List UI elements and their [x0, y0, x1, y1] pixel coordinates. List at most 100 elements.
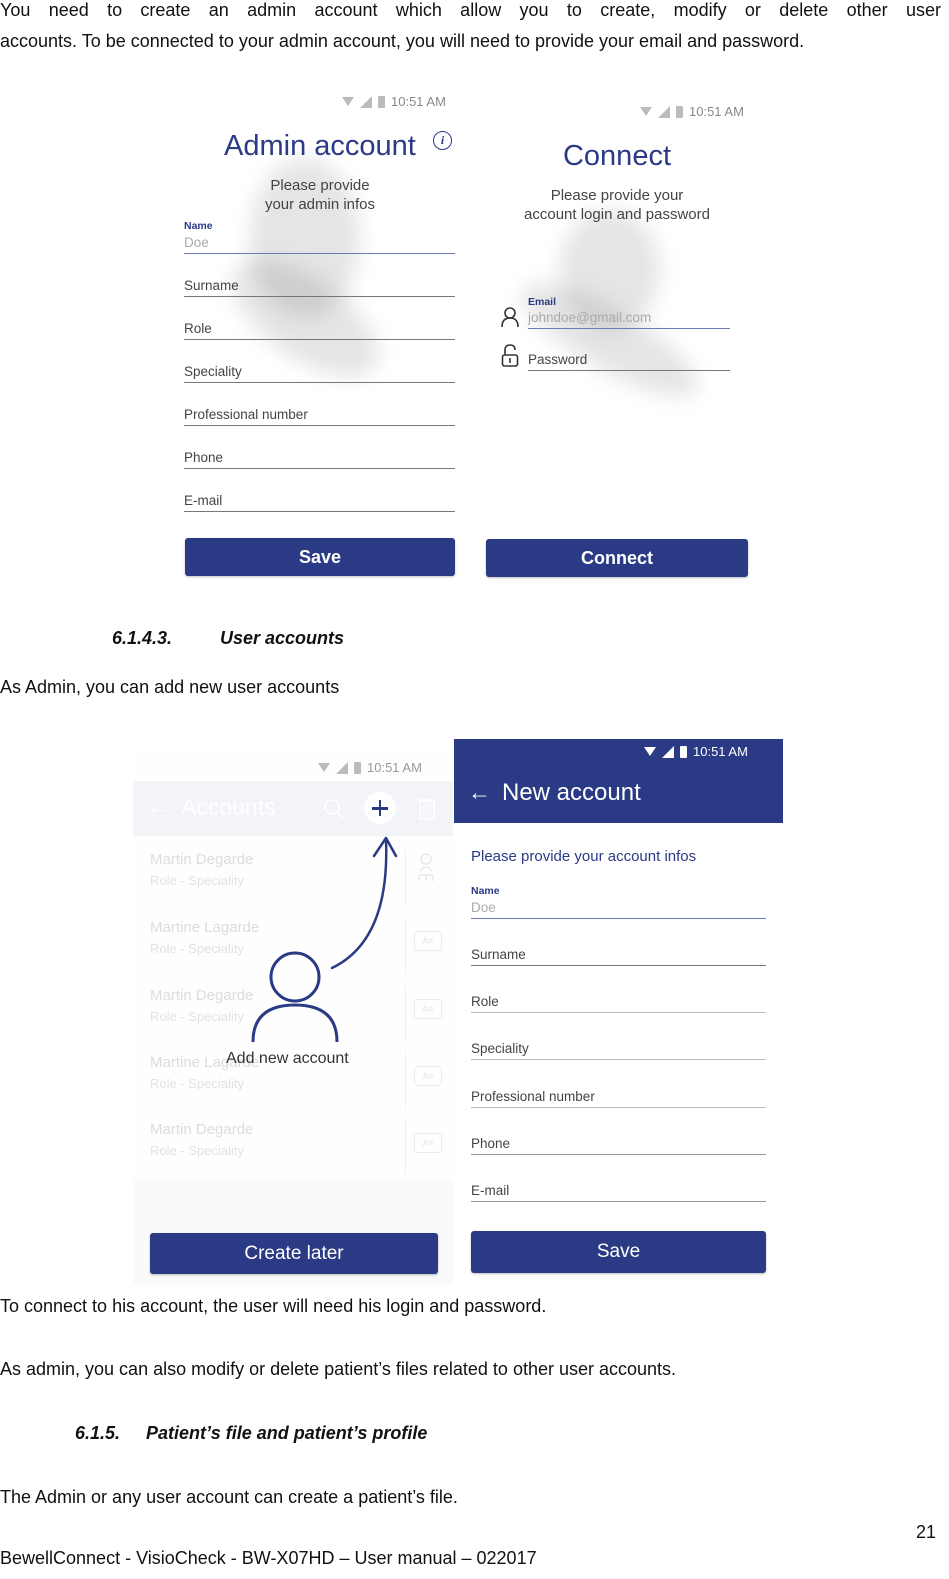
- id-card-icon: A≡: [414, 1066, 442, 1086]
- new-account-name-value: Doe: [471, 900, 496, 915]
- id-card-icon: A≡: [414, 999, 442, 1019]
- search-icon[interactable]: [323, 798, 345, 820]
- connect-button[interactable]: Connect: [486, 539, 748, 577]
- signal-icon: [662, 745, 674, 758]
- battery-icon: [378, 95, 385, 108]
- user-accounts-paragraph: As Admin, you can add new user accounts: [0, 677, 340, 697]
- signal-icon: [658, 105, 670, 118]
- page-footer: BewellConnect - VisioCheck - BW-X07HD – …: [0, 1548, 537, 1568]
- connect-email-field[interactable]: Email johndoe@gmail.com: [528, 296, 730, 329]
- admin-phone-field[interactable]: Phone: [184, 442, 455, 469]
- admin-speciality-field[interactable]: Speciality: [184, 356, 455, 383]
- admin-email-label: E-mail: [184, 493, 223, 508]
- add-new-account-label: Add new account: [226, 1050, 349, 1067]
- plus-icon-v: [378, 800, 382, 816]
- admin-subtitle-line-1: Please provide: [270, 177, 370, 194]
- intro-paragraph-line-2: accounts. To be connected to your admin …: [0, 31, 805, 51]
- admin-name-label: Name: [184, 220, 213, 232]
- admin-phone-label: Phone: [184, 450, 224, 465]
- new-account-email-field[interactable]: E-mail: [471, 1174, 766, 1202]
- wifi-icon: [318, 763, 330, 772]
- admin-role-field[interactable]: Role: [184, 313, 455, 340]
- id-card-icon: A≡: [414, 1133, 442, 1153]
- new-account-name-label: Name: [471, 885, 500, 897]
- new-account-speciality-field[interactable]: Speciality: [471, 1032, 766, 1060]
- intro-paragraph-line-1: You need to create an admin account whic…: [0, 0, 941, 20]
- user-icon: [501, 307, 519, 328]
- admin-professional-number-field[interactable]: Professional number: [184, 399, 455, 426]
- section-6143-title: User accounts: [220, 628, 345, 648]
- page-number: 21: [916, 1522, 937, 1542]
- new-account-name-field[interactable]: Name Doe: [471, 885, 766, 919]
- connect-status-bar: 10:51 AM: [640, 104, 744, 119]
- create-later-button[interactable]: Create later: [150, 1233, 438, 1274]
- accounts-title: Accounts: [181, 794, 276, 820]
- admin-status-bar: 10:51 AM: [342, 94, 446, 109]
- new-account-speciality-label: Speciality: [471, 1041, 529, 1056]
- patient-file-paragraph: The Admin or any user account can create…: [0, 1487, 458, 1507]
- account-name: Martin Degarde: [150, 851, 254, 868]
- account-role: Role - Speciality: [150, 1143, 244, 1158]
- new-account-subtitle: Please provide your account infos: [471, 848, 697, 865]
- connect-screen-title: Connect: [562, 140, 671, 172]
- divider: [405, 1052, 406, 1108]
- admin-icon: [418, 853, 434, 881]
- connect-subtitle-line-1: Please provide your: [550, 187, 684, 204]
- wifi-icon: [644, 747, 656, 756]
- connect-paragraph: To connect to his account, the user will…: [0, 1296, 547, 1316]
- info-icon[interactable]: i: [433, 131, 452, 150]
- admin-subtitle-line-2: your admin infos: [264, 196, 376, 213]
- battery-icon: [680, 745, 687, 758]
- admin-surname-field[interactable]: Surname: [184, 270, 455, 297]
- wifi-icon: [640, 107, 652, 116]
- status-time: 10:51 AM: [391, 94, 446, 109]
- account-role: Role - Speciality: [150, 873, 244, 888]
- section-615-title: Patient’s file and patient’s profile: [146, 1423, 428, 1443]
- back-arrow-icon[interactable]: ←: [468, 779, 491, 806]
- add-user-icon: [251, 951, 339, 1043]
- account-list-item[interactable]: Martin Degarde Role - Speciality A≡: [133, 1113, 453, 1180]
- accounts-status-bar: 10:51 AM: [318, 760, 422, 775]
- account-role: Role - Speciality: [150, 1076, 244, 1091]
- new-account-professional-number-field[interactable]: Professional number: [471, 1080, 766, 1108]
- id-card-icon: A≡: [414, 931, 442, 951]
- connect-subtitle: Please provide your account login and pa…: [500, 186, 734, 224]
- lock-icon: [501, 344, 519, 367]
- new-account-save-button[interactable]: Save: [471, 1231, 766, 1273]
- account-role: Role - Speciality: [150, 941, 244, 956]
- admin-screen-title: Admin account: [224, 130, 416, 162]
- new-account-surname-label: Surname: [471, 947, 526, 962]
- connect-password-placeholder: Password: [528, 352, 588, 367]
- admin-modify-paragraph: As admin, you can also modify or delete …: [0, 1359, 677, 1379]
- admin-role-label: Role: [184, 321, 212, 336]
- connect-email-label: Email: [528, 296, 557, 308]
- new-account-phone-field[interactable]: Phone: [471, 1127, 766, 1155]
- new-account-email-label: E-mail: [471, 1183, 510, 1198]
- wifi-icon: [342, 97, 354, 106]
- admin-surname-label: Surname: [184, 278, 239, 293]
- connect-password-field[interactable]: Password: [528, 345, 730, 371]
- admin-professional-number-label: Professional number: [184, 407, 308, 422]
- new-account-professional-number-label: Professional number: [471, 1089, 595, 1104]
- account-role: Role - Speciality: [150, 1009, 244, 1024]
- status-time: 10:51 AM: [367, 760, 422, 775]
- back-arrow-icon[interactable]: ←: [147, 794, 169, 820]
- new-account-header: 10:51 AM ← New account: [454, 739, 783, 823]
- admin-save-button[interactable]: Save: [185, 538, 455, 576]
- connect-email-value: johndoe@gmail.com: [528, 310, 652, 325]
- connect-subtitle-line-2: account login and password: [524, 206, 710, 223]
- new-account-role-field[interactable]: Role: [471, 985, 766, 1013]
- new-account-phone-label: Phone: [471, 1136, 511, 1151]
- signal-icon: [360, 95, 372, 108]
- trash-icon[interactable]: [417, 796, 437, 820]
- account-name: Martin Degarde: [150, 1121, 254, 1138]
- admin-speciality-label: Speciality: [184, 364, 242, 379]
- new-account-status-bar: 10:51 AM: [644, 744, 748, 759]
- admin-name-field[interactable]: Name Doe: [184, 220, 455, 254]
- admin-email-field[interactable]: E-mail: [184, 485, 455, 512]
- battery-icon: [354, 761, 361, 774]
- status-time: 10:51 AM: [693, 744, 748, 759]
- new-account-title: New account: [502, 779, 641, 806]
- new-account-surname-field[interactable]: Surname: [471, 938, 766, 966]
- signal-icon: [336, 761, 348, 774]
